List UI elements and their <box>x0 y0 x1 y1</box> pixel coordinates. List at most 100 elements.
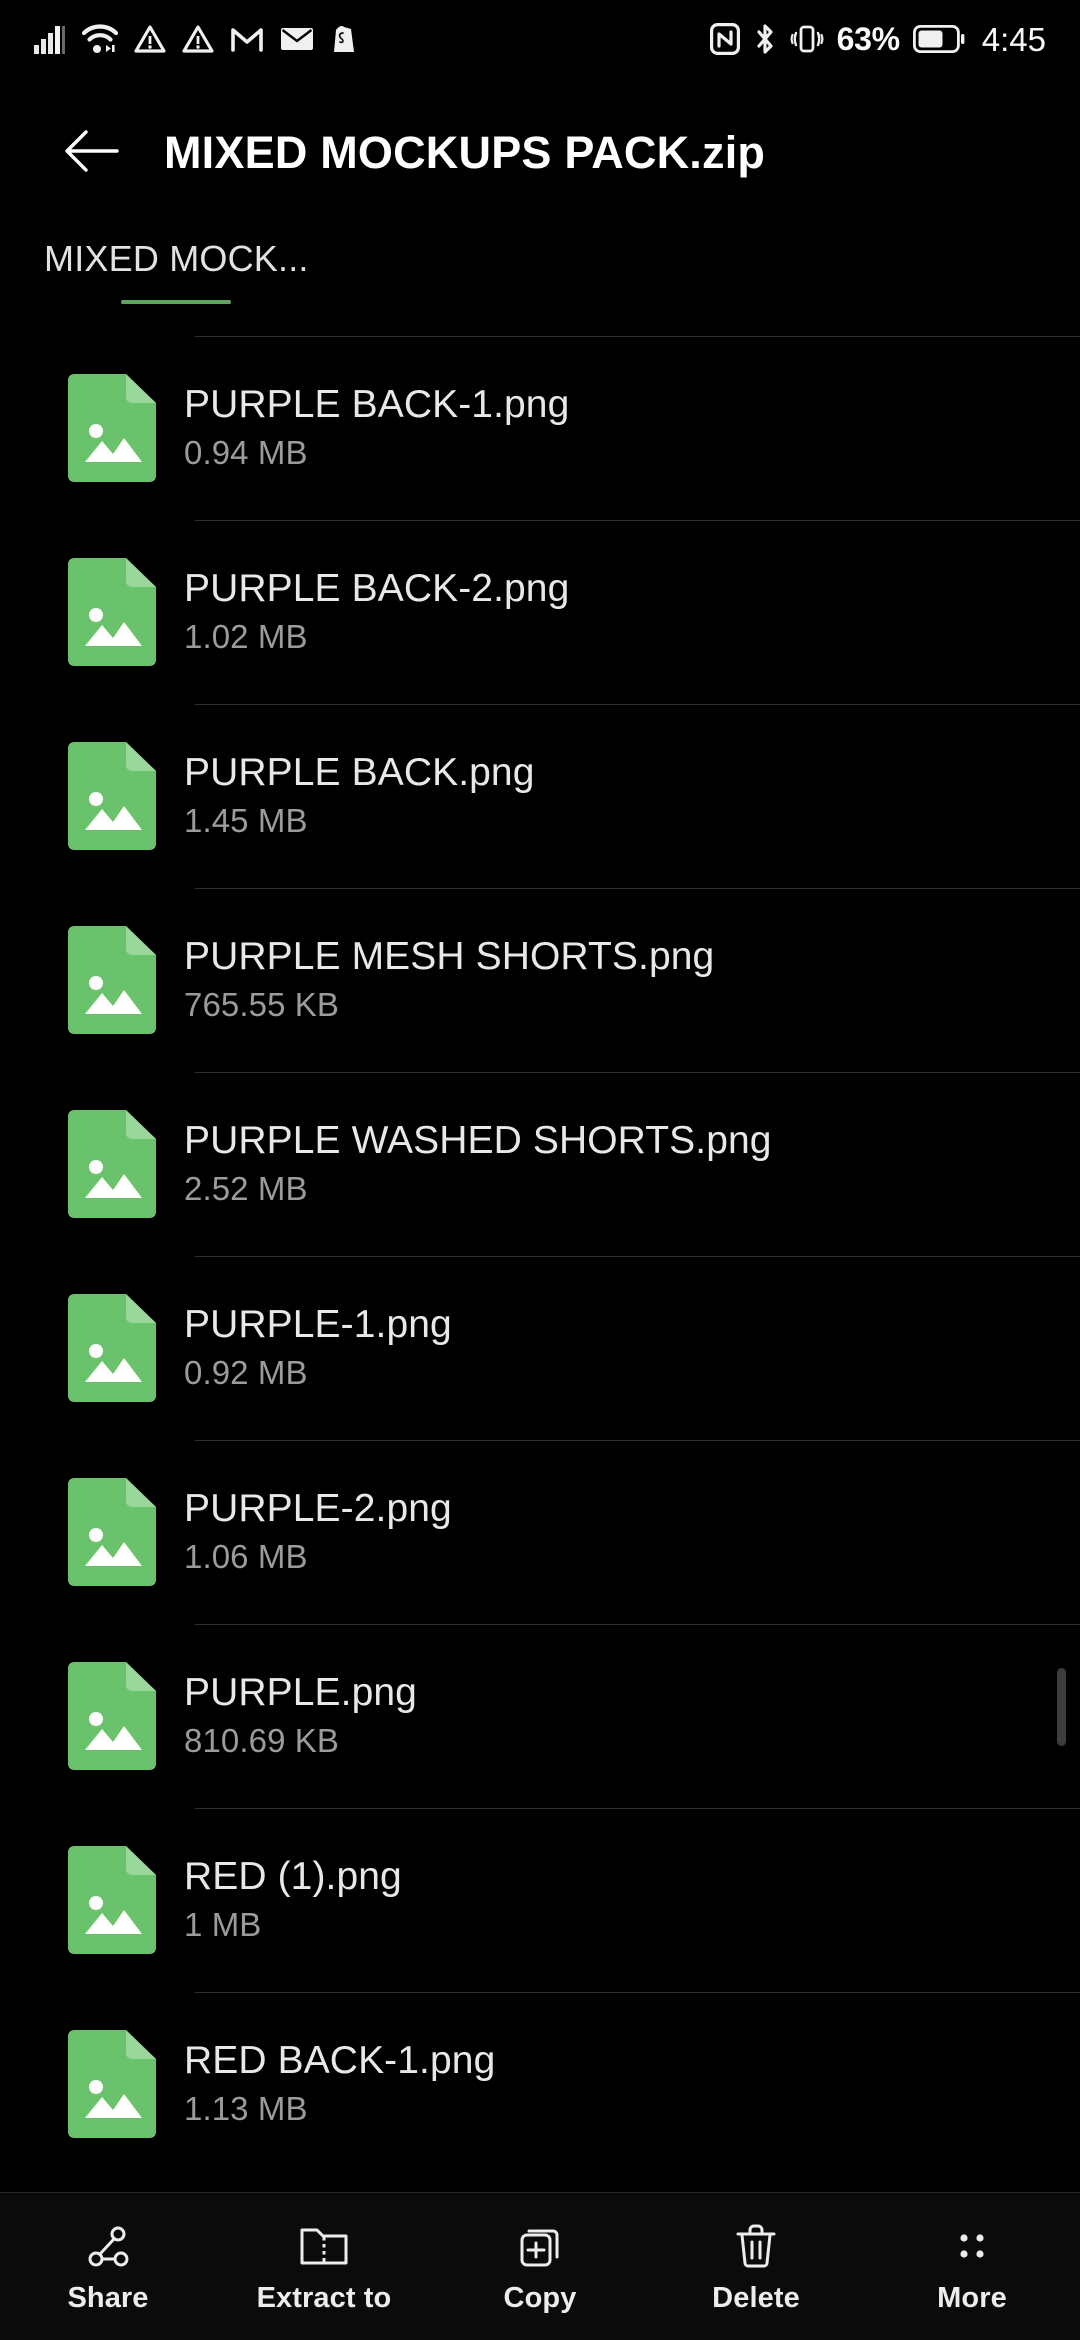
status-bar-right-icons: 63% 4:45 <box>709 20 1046 58</box>
share-button[interactable]: Share <box>0 2193 216 2340</box>
arrow-left-icon <box>64 128 120 179</box>
gmail-icon <box>230 25 264 53</box>
wifi-icon <box>82 24 118 54</box>
status-bar-left-icons <box>34 24 358 54</box>
bottom-action-bar: Share Extract to Copy Delete More <box>0 2192 1080 2340</box>
vibrate-icon <box>790 23 824 55</box>
back-button[interactable] <box>40 101 144 205</box>
file-name: PURPLE MESH SHORTS.png <box>184 935 715 979</box>
breadcrumb-label: MIXED MOCK... <box>44 238 309 279</box>
extract-to-button[interactable]: Extract to <box>216 2193 432 2340</box>
extract-to-label: Extract to <box>256 2282 392 2314</box>
image-file-icon <box>68 1662 156 1770</box>
image-file-icon <box>68 374 156 482</box>
file-name: PURPLE BACK-1.png <box>184 383 570 427</box>
copy-label: Copy <box>503 2282 577 2314</box>
vertical-scrollbar[interactable] <box>1057 1668 1066 1746</box>
file-name: RED (1).png <box>184 1855 402 1899</box>
file-row[interactable]: PURPLE.png 810.69 KB <box>0 1624 1080 1808</box>
app-header: MIXED MOCKUPS PACK.zip <box>0 78 1080 228</box>
file-row[interactable]: RED (1).png 1 MB <box>0 1808 1080 1992</box>
breadcrumb-active-indicator <box>121 300 232 304</box>
image-file-icon <box>68 1294 156 1402</box>
clock-label: 4:45 <box>981 20 1046 58</box>
more-dots-icon <box>951 2220 993 2272</box>
file-size: 1.06 MB <box>184 1538 308 1576</box>
signal-bars-icon <box>34 24 66 54</box>
file-size: 1.02 MB <box>184 618 308 656</box>
file-list[interactable]: PURPLE BACK-1.png 0.94 MB PURPLE BACK-2.pn… <box>0 336 1080 2192</box>
copy-plus-icon <box>516 2220 564 2272</box>
file-meta: PURPLE-2.png 1.06 MB <box>184 1487 452 1576</box>
image-file-icon <box>68 926 156 1034</box>
delete-label: Delete <box>712 2282 800 2314</box>
file-size: 0.92 MB <box>184 1354 308 1392</box>
page-title: MIXED MOCKUPS PACK.zip <box>164 127 766 178</box>
row-divider <box>195 520 1080 521</box>
row-divider <box>195 1072 1080 1073</box>
file-meta: PURPLE BACK.png 1.45 MB <box>184 751 535 840</box>
row-divider <box>195 1808 1080 1809</box>
file-size: 1.45 MB <box>184 802 308 840</box>
share-nodes-icon <box>84 2220 132 2272</box>
file-row[interactable]: PURPLE BACK.png 1.45 MB <box>0 704 1080 888</box>
more-label: More <box>937 2282 1007 2314</box>
file-meta: PURPLE-1.png 0.92 MB <box>184 1303 452 1392</box>
trash-icon <box>734 2220 778 2272</box>
image-file-icon <box>68 1110 156 1218</box>
email-envelope-icon <box>280 26 314 52</box>
status-bar: 63% 4:45 <box>0 0 1080 78</box>
image-file-icon <box>68 742 156 850</box>
file-name: PURPLE BACK.png <box>184 751 535 795</box>
file-row[interactable]: PURPLE BACK-2.png 1.02 MB <box>0 520 1080 704</box>
file-name: PURPLE-2.png <box>184 1487 452 1531</box>
file-size: 2.52 MB <box>184 1170 308 1208</box>
file-meta: PURPLE BACK-1.png 0.94 MB <box>184 383 570 472</box>
file-size: 1.13 MB <box>184 2090 308 2128</box>
file-size: 0.94 MB <box>184 434 308 472</box>
breadcrumb-item-root[interactable]: MIXED MOCK... <box>40 228 313 328</box>
share-label: Share <box>67 2282 149 2314</box>
row-divider <box>195 1992 1080 1993</box>
battery-percent-label: 63% <box>836 21 900 57</box>
file-row[interactable]: PURPLE BACK-1.png 0.94 MB <box>0 336 1080 520</box>
file-name: PURPLE.png <box>184 1671 417 1715</box>
nfc-icon <box>709 23 740 55</box>
file-row[interactable]: PURPLE-1.png 0.92 MB <box>0 1256 1080 1440</box>
file-size: 1 MB <box>184 1906 262 1944</box>
image-file-icon <box>68 558 156 666</box>
file-meta: PURPLE MESH SHORTS.png 765.55 KB <box>184 935 715 1024</box>
image-file-icon <box>68 2030 156 2138</box>
file-row[interactable]: PURPLE MESH SHORTS.png 765.55 KB <box>0 888 1080 1072</box>
file-name: PURPLE BACK-2.png <box>184 567 570 611</box>
file-meta: PURPLE.png 810.69 KB <box>184 1671 417 1759</box>
file-name: RED BACK-1.png <box>184 2039 496 2083</box>
more-button[interactable]: More <box>864 2193 1080 2340</box>
file-row[interactable]: PURPLE WASHED SHORTS.png 2.52 MB <box>0 1072 1080 1256</box>
file-row[interactable]: RED BACK-1.png 1.13 MB <box>0 1992 1080 2176</box>
file-meta: RED BACK-1.png 1.13 MB <box>184 2039 496 2128</box>
file-row[interactable]: PURPLE-2.png 1.06 MB <box>0 1440 1080 1624</box>
row-divider <box>195 1256 1080 1257</box>
warning-triangle-2-icon <box>182 24 214 54</box>
file-name: PURPLE WASHED SHORTS.png <box>184 1119 772 1163</box>
file-meta: RED (1).png 1 MB <box>184 1855 402 1944</box>
bluetooth-icon <box>753 23 777 55</box>
warning-triangle-icon <box>134 24 166 54</box>
shopify-bag-icon <box>330 24 358 54</box>
row-divider <box>195 1624 1080 1625</box>
file-meta: PURPLE WASHED SHORTS.png 2.52 MB <box>184 1119 772 1208</box>
image-file-icon <box>68 1478 156 1586</box>
file-name: PURPLE-1.png <box>184 1303 452 1347</box>
copy-button[interactable]: Copy <box>432 2193 648 2340</box>
file-size: 765.55 KB <box>184 986 340 1024</box>
breadcrumb-bar: MIXED MOCK... <box>0 228 1080 328</box>
battery-icon <box>912 25 965 53</box>
row-divider <box>195 704 1080 705</box>
row-divider <box>195 1440 1080 1441</box>
image-file-icon <box>68 1846 156 1954</box>
delete-button[interactable]: Delete <box>648 2193 864 2340</box>
row-divider <box>195 336 1080 337</box>
row-divider <box>195 888 1080 889</box>
file-meta: PURPLE BACK-2.png 1.02 MB <box>184 567 570 656</box>
